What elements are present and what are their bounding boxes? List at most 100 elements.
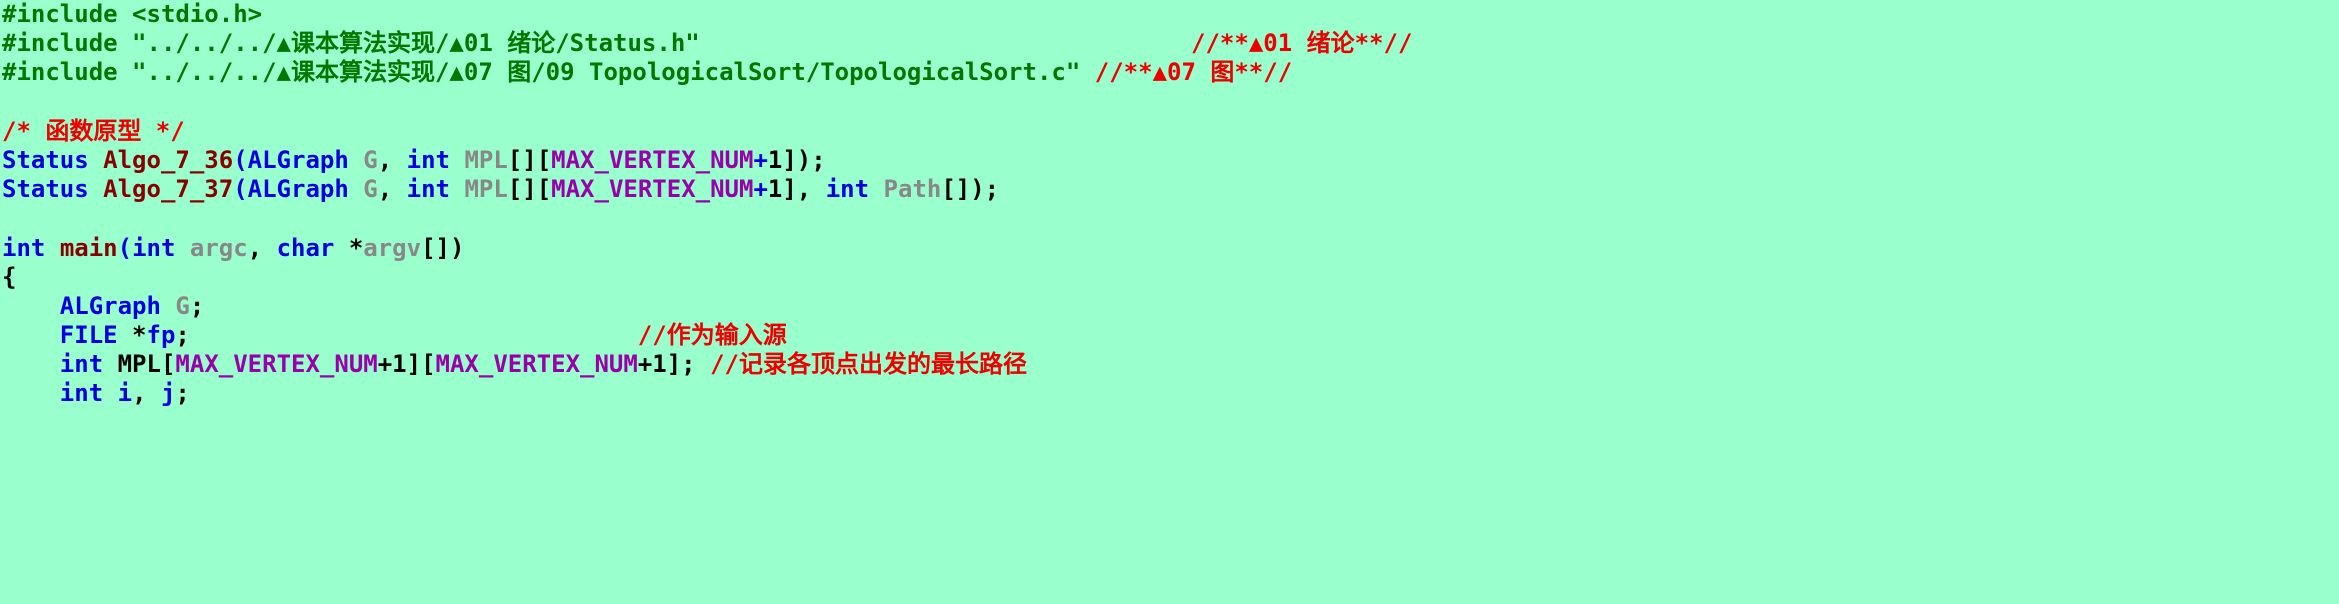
code-token: (: [233, 175, 248, 204]
code-token: ALGraph: [247, 175, 349, 204]
code-token: MAX_VERTEX_NUM: [435, 350, 638, 379]
code-token: [: [160, 350, 176, 379]
code-token: j: [160, 379, 176, 408]
code-token: G: [363, 175, 378, 204]
code-token: 1: [652, 350, 667, 379]
code-token: //记录各顶点出发的最长路径: [710, 350, 1027, 379]
code-token: *: [132, 321, 147, 350]
code-token: 1: [767, 145, 783, 174]
code-line: #include "../../../▲课本算法实现/▲07 图/09 Topo…: [0, 58, 2339, 87]
code-token: ;: [175, 321, 190, 350]
code-token: *: [348, 233, 364, 262]
code-token: ;: [189, 291, 205, 320]
code-token: char: [276, 233, 335, 262]
code-token: ALGraph: [59, 291, 161, 320]
code-token: ,: [247, 233, 263, 262]
code-text-area[interactable]: #include <stdio.h> #include "../../../▲课本…: [0, 0, 2339, 409]
code-token: []);: [941, 175, 1000, 204]
code-token: int: [59, 350, 104, 379]
code-token: ,: [377, 145, 393, 174]
code-token: MPL: [464, 145, 508, 174]
code-token: //**▲07 图**//: [1094, 58, 1293, 87]
code-editor-pane[interactable]: #include <stdio.h> #include "../../../▲课本…: [0, 0, 2339, 604]
code-line: /* 函数原型 */: [0, 117, 2339, 146]
code-token: 1: [767, 175, 783, 204]
code-token: Algo_7_36: [103, 145, 234, 174]
code-token: MAX_VERTEX_NUM: [551, 175, 754, 204]
code-token: (: [117, 233, 133, 262]
code-token: //作为输入源: [637, 321, 787, 350]
code-token: i: [117, 379, 133, 408]
code-line: {: [0, 263, 2339, 292]
code-token: MAX_VERTEX_NUM: [175, 350, 378, 379]
code-line: int i, j;: [0, 379, 2339, 408]
code-token: ];: [666, 350, 711, 379]
code-token: +: [753, 175, 768, 204]
code-token: 1: [392, 350, 407, 379]
code-token: MPL: [464, 175, 508, 204]
code-token: FILE: [59, 321, 118, 350]
code-token: +: [377, 350, 393, 379]
code-token: (: [233, 145, 248, 174]
code-token: int: [825, 175, 870, 204]
code-token: [][: [507, 175, 552, 204]
code-token: ;: [175, 379, 190, 408]
code-token: ,: [132, 379, 147, 408]
code-line: int MPL[MAX_VERTEX_NUM+1][MAX_VERTEX_NUM…: [0, 350, 2339, 379]
code-token: ,: [377, 175, 393, 204]
code-token: ][: [406, 350, 436, 379]
code-line: Status Algo_7_36(ALGraph G, int MPL[][MA…: [0, 146, 2339, 175]
code-token: int: [2, 233, 46, 262]
code-token: fp: [146, 321, 176, 350]
code-token: int: [406, 145, 450, 174]
code-token: G: [363, 145, 378, 174]
code-line: Status Algo_7_37(ALGraph G, int MPL[][MA…: [0, 175, 2339, 204]
code-token: ALGraph: [247, 145, 349, 174]
code-token: argv: [363, 233, 422, 262]
code-token: Path: [883, 175, 942, 204]
code-token: Status: [2, 145, 89, 174]
code-token: Status: [2, 175, 89, 204]
code-token: MPL: [117, 350, 161, 379]
code-line: ALGraph G;: [0, 292, 2339, 321]
code-token: MAX_VERTEX_NUM: [551, 145, 754, 174]
code-token: []): [421, 233, 465, 262]
code-token: /* 函数原型 */: [2, 116, 185, 145]
code-token: argc: [189, 233, 248, 262]
code-token: Algo_7_37: [103, 175, 234, 204]
code-line: #include "../../../▲课本算法实现/▲01 绪论/Status…: [0, 29, 2339, 58]
code-token: G: [175, 291, 190, 320]
code-token: {: [2, 262, 17, 291]
code-token: [][: [507, 145, 552, 174]
code-token: +: [637, 350, 653, 379]
code-token: main: [59, 233, 118, 262]
code-token: int: [132, 233, 176, 262]
code-token: int: [406, 175, 450, 204]
code-line: int main(int argc, char *argv[]): [0, 234, 2339, 263]
code-line: #include <stdio.h>: [0, 0, 2339, 29]
code-token: int: [59, 379, 104, 408]
